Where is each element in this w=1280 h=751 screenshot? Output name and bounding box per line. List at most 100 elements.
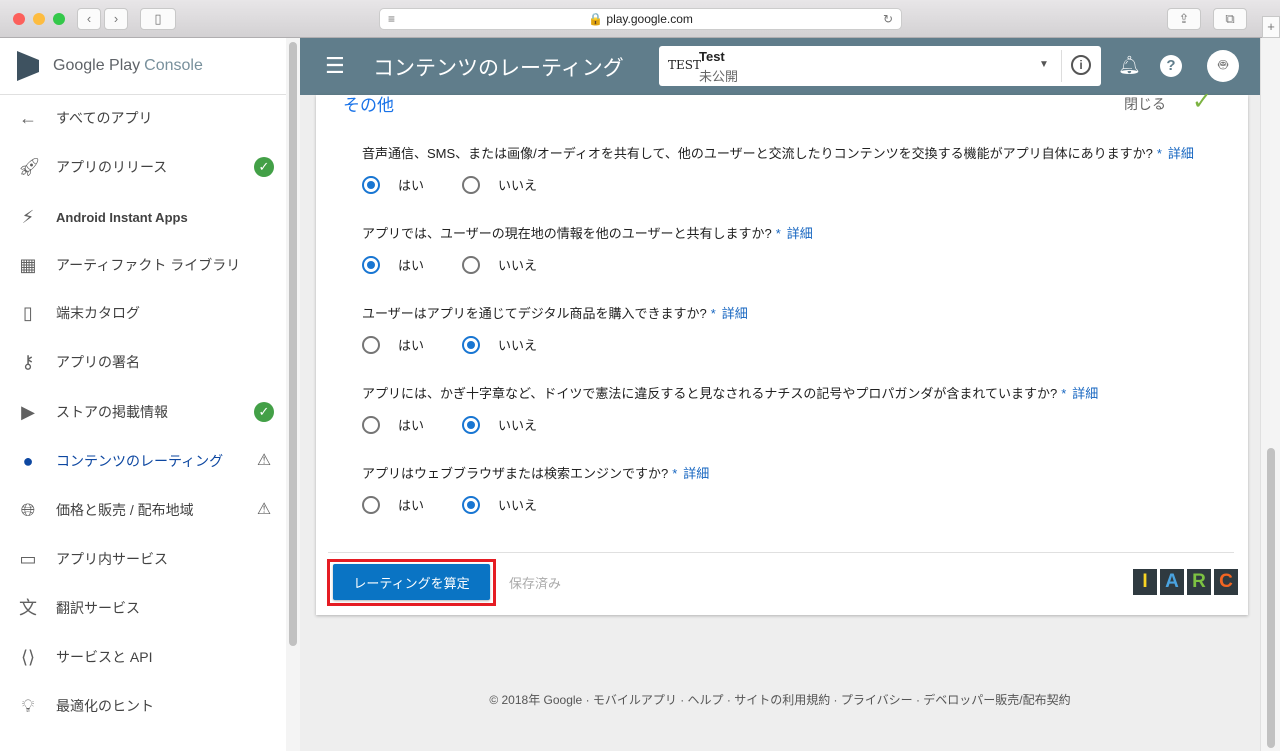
sidebar-item-label: ストアの掲載情報	[56, 404, 168, 420]
reader-icon[interactable]: ≡	[388, 9, 395, 30]
help-icon[interactable]: ?	[1160, 55, 1182, 77]
radio-circle[interactable]	[462, 335, 480, 354]
radio-yes[interactable]: はい	[362, 335, 424, 354]
play-logo-icon	[17, 51, 39, 81]
section-complete-check-icon: ✓	[1192, 88, 1213, 115]
question: 音声通信、SMS、または画像/オーディオを共有して、他のユーザーと交流したりコン…	[362, 143, 1194, 162]
close-section-button[interactable]: 閉じる	[1124, 94, 1166, 114]
radio-no[interactable]: いいえ	[462, 175, 537, 194]
menu-icon[interactable]: ☰	[325, 55, 345, 77]
sidebar-item-label: アプリ内サービス	[56, 551, 168, 567]
reload-icon[interactable]: ↻	[883, 9, 893, 30]
question-text: アプリには、かぎ十字章など、ドイツで憲法に違反すると見なされるナチスの記号やプロ…	[362, 386, 1058, 401]
arrow-left-icon: ←	[19, 108, 37, 128]
sidebar-item-label: アプリのリリース	[56, 159, 168, 175]
radio-circle[interactable]	[362, 415, 380, 434]
notifications-bell-icon[interactable]: 🔔︎	[1118, 55, 1141, 76]
play-console-logo[interactable]: Google Play Console	[0, 38, 286, 95]
footer-links[interactable]: © 2018年 Google · モバイルアプリ · ヘルプ · サイトの利用規…	[300, 691, 1260, 708]
radio-no[interactable]: いいえ	[462, 255, 537, 274]
sidebar-item[interactable]: 文 翻訳サービス	[0, 588, 286, 628]
logo-text: Google Play	[53, 57, 141, 74]
sidebar-item-label: コンテンツのレーティング	[56, 453, 224, 469]
sidebar-item[interactable]: ▭ アプリ内サービス	[0, 539, 286, 579]
store-icon: ▶	[21, 402, 35, 422]
sidebar-item[interactable]: ⟨⟩ サービスと API	[0, 637, 286, 677]
divider	[328, 552, 1234, 553]
iarc-letter: I	[1133, 569, 1157, 595]
sidebar-toggle-icon[interactable]: ▯	[140, 8, 176, 30]
radio-yes[interactable]: はい	[362, 495, 424, 514]
sidebar-item[interactable]: ▦ アーティファクト ライブラリ	[0, 245, 286, 285]
radio-circle[interactable]	[462, 495, 480, 514]
address-bar[interactable]: ≡ 🔒 play.google.com ↻	[379, 8, 902, 30]
avatar[interactable]: 🤖︎	[1207, 50, 1239, 82]
sidebar-item[interactable]: ● コンテンツのレーティング ⚠	[0, 441, 286, 481]
radio-no[interactable]: いいえ	[462, 495, 537, 514]
radio-yes[interactable]: はい	[362, 255, 424, 274]
radio-label: いいえ	[498, 338, 538, 353]
sidebar-item-label: アーティファクト ライブラリ	[56, 257, 241, 273]
required-marker: *	[1156, 146, 1162, 161]
iarc-letter: R	[1187, 569, 1211, 595]
radio-circle[interactable]	[462, 255, 480, 274]
close-window-button[interactable]	[13, 13, 25, 25]
sidebar-item[interactable]: ▯ 端末カタログ	[0, 293, 286, 333]
question: アプリはウェブブラウザまたは検索エンジンですか? * 詳細	[362, 463, 709, 482]
iarc-logo: IARC	[1133, 569, 1238, 595]
radio-circle[interactable]	[462, 175, 480, 194]
radio-label: いいえ	[498, 418, 538, 433]
sidebar-item[interactable]: ▶ ストアの掲載情報 ✓	[0, 392, 286, 432]
radio-circle[interactable]	[362, 335, 380, 354]
app-selector[interactable]: TEST Test 未公開 ▼ i	[659, 46, 1101, 86]
sidebar-item[interactable]: 🌐︎ 価格と販売 / 配布地域 ⚠	[0, 490, 286, 530]
divider	[1061, 50, 1062, 82]
required-marker: *	[1061, 386, 1067, 401]
radio-yes[interactable]: はい	[362, 415, 424, 434]
library-icon: ▦	[19, 255, 37, 275]
radio-label: いいえ	[498, 498, 538, 513]
url-text: play.google.com	[606, 12, 693, 26]
tabs-icon[interactable]: ⧉	[1213, 8, 1247, 30]
sidebar-item[interactable]: ⚷ アプリの署名	[0, 342, 286, 382]
radio-no[interactable]: いいえ	[462, 335, 537, 354]
details-link[interactable]: 詳細	[787, 226, 813, 241]
question-text: ユーザーはアプリを通じてデジタル商品を購入できますか?	[362, 306, 707, 321]
page-scrollbar[interactable]	[1260, 38, 1280, 751]
complete-check-icon: ✓	[254, 402, 274, 422]
radio-circle[interactable]	[362, 175, 380, 194]
details-link[interactable]: 詳細	[722, 306, 748, 321]
dropdown-arrow-icon[interactable]: ▼	[1039, 59, 1049, 70]
info-icon[interactable]: i	[1071, 55, 1091, 75]
iarc-letter: A	[1160, 569, 1184, 595]
radio-circle[interactable]	[362, 495, 380, 514]
sidebar-scrollbar[interactable]	[286, 38, 300, 751]
details-link[interactable]: 詳細	[683, 466, 709, 481]
sidebar-item[interactable]: 💡︎ 最適化のヒント	[0, 686, 286, 726]
app-name: Test	[699, 49, 725, 64]
warning-icon: ⚠	[256, 501, 272, 518]
zoom-window-button[interactable]	[53, 13, 65, 25]
forward-button[interactable]: ›	[104, 8, 128, 30]
lightbulb-icon: 💡︎	[21, 696, 35, 716]
radio-no[interactable]: いいえ	[462, 415, 537, 434]
logo-subtext: Console	[144, 57, 203, 74]
sidebar-item-label: すべてのアプリ	[56, 110, 153, 126]
share-icon[interactable]: ⇪	[1167, 8, 1201, 30]
back-button[interactable]: ‹	[77, 8, 101, 30]
radio-yes[interactable]: はい	[362, 175, 424, 194]
minimize-window-button[interactable]	[33, 13, 45, 25]
sidebar-item-label: サービスと API	[56, 649, 153, 665]
radio-label: はい	[398, 258, 425, 273]
details-link[interactable]: 詳細	[1168, 146, 1194, 161]
sidebar-item[interactable]: ← すべてのアプリ	[0, 98, 286, 138]
radio-circle[interactable]	[462, 415, 480, 434]
rocket-icon: 🚀︎	[18, 157, 41, 177]
device-icon: ▯	[23, 303, 33, 323]
sidebar-item[interactable]: 🚀︎ アプリのリリース ✓	[0, 147, 286, 187]
radio-circle[interactable]	[362, 255, 380, 274]
details-link[interactable]: 詳細	[1072, 386, 1098, 401]
calculate-rating-button[interactable]: レーティングを算定	[333, 564, 490, 600]
new-tab-button[interactable]: +	[1262, 16, 1280, 38]
sidebar-item[interactable]: ⚡︎ Android Instant Apps	[0, 197, 286, 237]
